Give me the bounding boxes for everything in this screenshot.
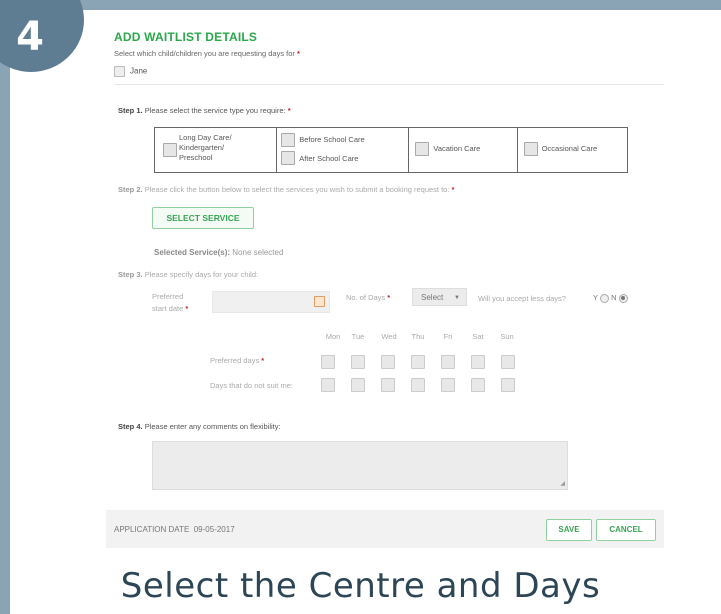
application-date-value: 09-05-2017 (193, 525, 235, 534)
step3-number: Step 3. (118, 270, 143, 279)
preferred-days-label: Preferred days * (210, 356, 264, 365)
application-date-label: APPLICATION DATE (114, 525, 190, 534)
preferred-tue-checkbox[interactable] (351, 355, 365, 369)
select-service-button[interactable]: SELECT SERVICE (152, 207, 254, 229)
no-label: N (611, 293, 617, 302)
preferred-wed-checkbox[interactable] (381, 355, 395, 369)
required-marker: * (451, 185, 455, 194)
preferred-sun-checkbox[interactable] (501, 355, 515, 369)
unsuitable-thu-checkbox[interactable] (411, 378, 425, 392)
step4-text: Please enter any comments on flexibility… (144, 422, 281, 431)
step2-text: Please click the button below to select … (144, 185, 450, 194)
subtitle-text: Select which child/children you are requ… (114, 49, 295, 58)
step1-number: Step 1. (118, 106, 143, 115)
frame-left-border (0, 0, 10, 614)
no-of-days-value: Select (421, 293, 444, 302)
preferred-start-date-input[interactable] (212, 291, 330, 313)
preferred-sat-checkbox[interactable] (471, 355, 485, 369)
occasional-care-label: Occasional Care (541, 144, 598, 153)
chevron-down-icon: ▼ (454, 295, 460, 301)
unsuitable-sat-checkbox[interactable] (471, 378, 485, 392)
step4-number: Step 4. (118, 422, 143, 431)
required-marker: * (297, 49, 300, 58)
preferred-mon-checkbox[interactable] (321, 355, 335, 369)
form-subtitle: Select which child/children you are requ… (114, 49, 300, 58)
no-of-days-label: No. of Days * (346, 293, 390, 302)
no-of-days-text: No. of Days (346, 293, 386, 302)
occasional-care-checkbox[interactable] (523, 142, 538, 156)
accept-less-options: Y N (593, 293, 628, 303)
unsuitable-mon-checkbox[interactable] (321, 378, 335, 392)
selected-services: Selected Service(s): None selected (154, 248, 283, 257)
day-header-tue: Tue (351, 332, 365, 341)
unsuitable-wed-checkbox[interactable] (381, 378, 395, 392)
required-marker: * (387, 293, 391, 302)
unsuitable-fri-checkbox[interactable] (441, 378, 455, 392)
cancel-button[interactable]: CANCEL (596, 519, 656, 541)
yes-radio[interactable] (599, 293, 609, 303)
step1-text: Please select the service type you requi… (144, 106, 286, 115)
day-header-wed: Wed (381, 332, 397, 341)
service-type-table: Long Day Care/ Kindergarten/ Preschool B… (154, 127, 628, 173)
no-radio[interactable] (618, 293, 628, 303)
step2-number: Step 2. (118, 185, 143, 194)
application-date: APPLICATION DATE 09-05-2017 (114, 525, 235, 534)
yes-label: Y (593, 293, 598, 302)
step1-heading: Step 1. Please select the service type y… (118, 106, 291, 115)
divider (114, 84, 664, 85)
unsuitable-tue-checkbox[interactable] (351, 378, 365, 392)
day-header-sat: Sat (472, 332, 484, 341)
step-number: 4 (16, 14, 44, 60)
child-option[interactable]: Jane (114, 66, 147, 77)
preferred-thu-checkbox[interactable] (411, 355, 425, 369)
unsuitable-sun-checkbox[interactable] (501, 378, 515, 392)
preferred-start-line2: start date (152, 304, 184, 313)
before-school-label: Before School Care (299, 135, 365, 144)
form-title: ADD WAITLIST DETAILS (114, 30, 258, 44)
service-option-long-day-care[interactable]: Long Day Care/ Kindergarten/ Preschool (155, 128, 278, 172)
accept-less-label: Will you accept less days? (478, 294, 566, 303)
long-day-care-label: Long Day Care/ Kindergarten/ Preschool (179, 133, 232, 162)
before-school-checkbox[interactable] (281, 133, 296, 147)
preferred-start-label: Preferred start date * (152, 291, 188, 315)
service-option-vacation-care[interactable]: Vacation Care (409, 128, 518, 172)
step-number-badge: 4 (0, 0, 84, 72)
frame-top-border (0, 0, 721, 10)
form-footer: APPLICATION DATE 09-05-2017 SAVE CANCEL (106, 510, 664, 548)
preferred-days-text: Preferred days (210, 356, 260, 365)
after-school-label: After School Care (299, 154, 359, 163)
slide-caption: Select the Centre and Days (120, 566, 601, 606)
day-header-fri: Fri (443, 332, 453, 341)
step3-text: Please specify days for your child: (144, 270, 259, 279)
preferred-fri-checkbox[interactable] (441, 355, 455, 369)
waitlist-form: ADD WAITLIST DETAILS Select which child/… (106, 20, 666, 550)
vacation-care-checkbox[interactable] (415, 142, 430, 156)
child-checkbox[interactable] (114, 66, 125, 77)
no-of-days-select[interactable]: Select ▼ (412, 288, 467, 306)
required-marker: * (261, 356, 265, 365)
save-button[interactable]: SAVE (546, 519, 592, 541)
vacation-care-label: Vacation Care (433, 144, 481, 153)
step2-heading: Step 2. Please click the button below to… (118, 185, 454, 194)
selected-services-label: Selected Service(s): (154, 248, 231, 257)
required-marker: * (287, 106, 291, 115)
day-header-thu: Thu (411, 332, 425, 341)
service-option-school-care: Before School Care After School Care (277, 128, 410, 172)
unsuitable-days-label: Days that do not suit me: (210, 381, 293, 390)
service-option-occasional-care[interactable]: Occasional Care (518, 128, 627, 172)
day-header-sun: Sun (500, 332, 514, 341)
after-school-checkbox[interactable] (281, 151, 296, 165)
calendar-icon[interactable] (314, 296, 325, 307)
long-day-care-checkbox[interactable] (163, 143, 177, 157)
step4-heading: Step 4. Please enter any comments on fle… (118, 422, 281, 431)
preferred-start-line1: Preferred (152, 292, 184, 301)
child-name: Jane (130, 66, 148, 76)
step3-heading: Step 3. Please specify days for your chi… (118, 270, 258, 279)
resize-handle-icon[interactable]: ◢ (560, 480, 565, 487)
required-marker: * (185, 304, 189, 313)
selected-services-value: None selected (232, 248, 284, 257)
flexibility-comments-textarea[interactable]: ◢ (152, 441, 568, 490)
